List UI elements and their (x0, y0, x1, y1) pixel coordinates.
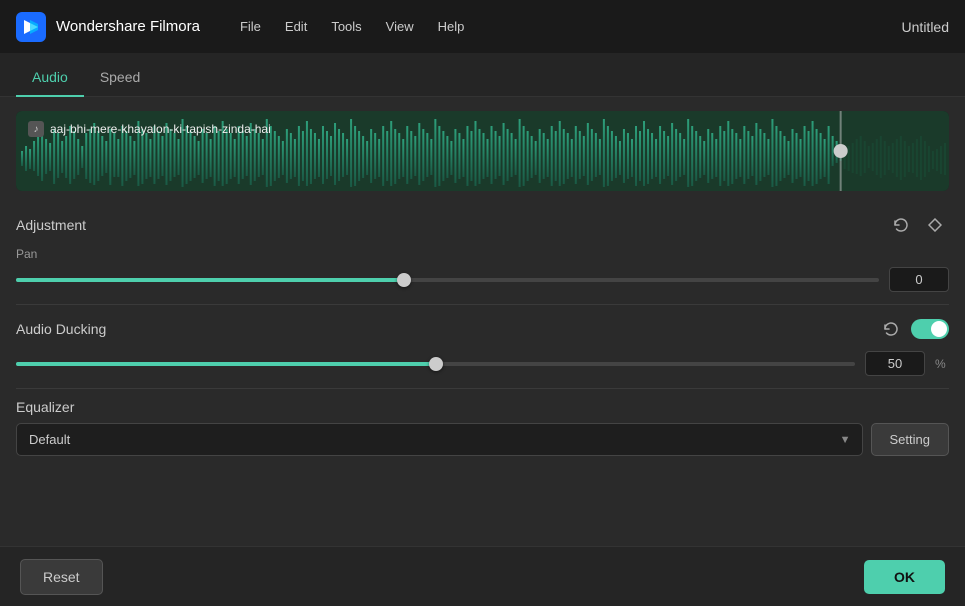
menu-bar: File Edit Tools View Help (230, 14, 902, 39)
divider-1 (16, 304, 949, 305)
waveform-filename: aaj-bhi-mere-khayalon-ki-tapish-zinda-ha… (50, 122, 271, 136)
pan-label: Pan (16, 247, 949, 261)
audio-ducking-toggle[interactable] (911, 319, 949, 339)
pan-section: Pan 0 (16, 247, 949, 292)
audio-ducking-slider-fill (16, 362, 436, 366)
equalizer-select[interactable]: Default Classical Dance Deep Electronic … (16, 423, 863, 456)
equalizer-setting-btn[interactable]: Setting (871, 423, 949, 456)
adjustment-section-header: Adjustment (16, 211, 949, 239)
adjustment-title: Adjustment (16, 217, 86, 233)
equalizer-title: Equalizer (16, 399, 74, 415)
audio-ducking-slider-thumb[interactable] (429, 357, 443, 371)
divider-2 (16, 388, 949, 389)
waveform-container: ♪ aaj-bhi-mere-khayalon-ki-tapish-zinda-… (16, 111, 949, 191)
footer: Reset OK (0, 546, 965, 606)
equalizer-section-header: Equalizer (16, 399, 949, 415)
equalizer-row: Default Classical Dance Deep Electronic … (16, 423, 949, 456)
pan-slider-fill (16, 278, 404, 282)
adjustment-keyframe-btn[interactable] (921, 211, 949, 239)
audio-ducking-reset-btn[interactable] (877, 315, 905, 343)
bottom-spacer (16, 456, 949, 496)
music-icon: ♪ (28, 121, 44, 137)
audio-ducking-slider-track[interactable] (16, 362, 855, 366)
menu-view[interactable]: View (376, 14, 424, 39)
reset-icon (893, 217, 909, 233)
reset-icon-2 (883, 321, 899, 337)
project-title: Untitled (902, 19, 949, 35)
title-bar: Wondershare Filmora File Edit Tools View… (0, 0, 965, 53)
audio-ducking-actions (877, 315, 949, 343)
audio-ducking-slider-row: 50 % (16, 351, 949, 376)
tabs: Audio Speed (0, 53, 965, 97)
diamond-icon (928, 218, 942, 232)
app-name: Wondershare Filmora (56, 18, 200, 35)
audio-ducking-value[interactable]: 50 (865, 351, 925, 376)
panels: Adjustment Pan (0, 205, 965, 546)
adjustment-reset-btn[interactable] (887, 211, 915, 239)
menu-help[interactable]: Help (428, 14, 475, 39)
menu-edit[interactable]: Edit (275, 14, 317, 39)
menu-tools[interactable]: Tools (321, 14, 371, 39)
adjustment-actions (887, 211, 949, 239)
reset-button[interactable]: Reset (20, 559, 103, 595)
audio-ducking-unit: % (935, 357, 949, 371)
audio-ducking-title: Audio Ducking (16, 321, 106, 337)
tab-speed[interactable]: Speed (84, 59, 156, 97)
waveform-label: ♪ aaj-bhi-mere-khayalon-ki-tapish-zinda-… (28, 121, 271, 137)
pan-slider-track[interactable] (16, 278, 879, 282)
pan-slider-row: 0 (16, 267, 949, 292)
tab-audio[interactable]: Audio (16, 59, 84, 97)
equalizer-select-wrapper: Default Classical Dance Deep Electronic … (16, 423, 863, 456)
toggle-knob (931, 321, 947, 337)
menu-file[interactable]: File (230, 14, 271, 39)
pan-slider-thumb[interactable] (397, 273, 411, 287)
audio-ducking-section-header: Audio Ducking (16, 315, 949, 343)
content-area: Audio Speed ♪ aaj-bhi-mere-khayalon-ki-t… (0, 53, 965, 606)
ok-button[interactable]: OK (864, 560, 945, 594)
app-logo (16, 12, 46, 42)
pan-value[interactable]: 0 (889, 267, 949, 292)
